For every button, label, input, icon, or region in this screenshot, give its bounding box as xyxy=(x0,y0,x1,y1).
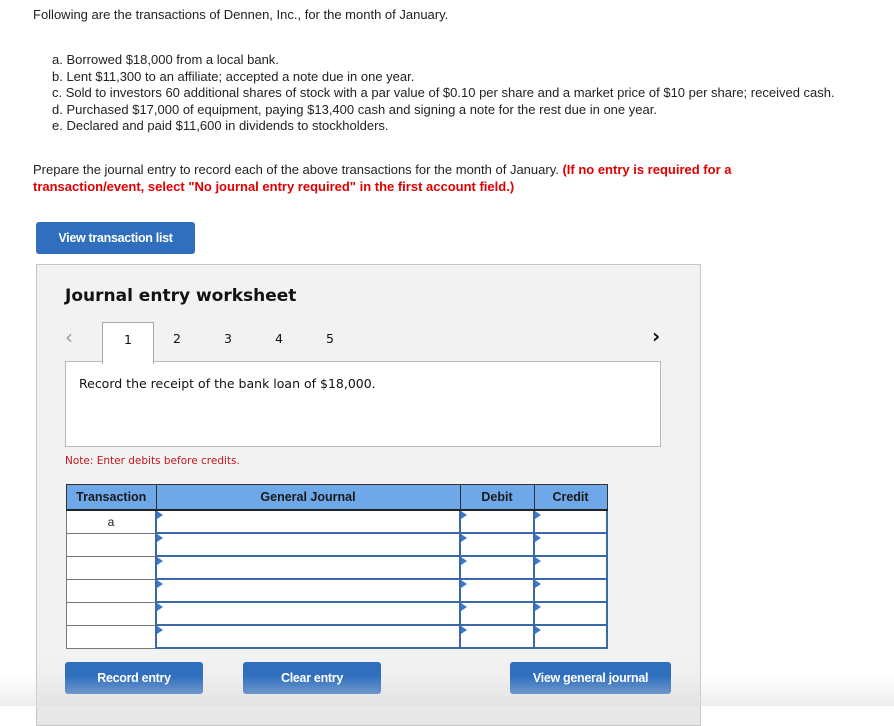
journal-table: Transaction General Journal Debit Credit… xyxy=(66,484,608,649)
entry-description: Record the receipt of the bank loan of $… xyxy=(79,376,376,391)
debit-input[interactable] xyxy=(459,532,535,557)
transaction-cell: a xyxy=(66,509,157,534)
clear-entry-button[interactable]: Clear entry xyxy=(243,662,381,694)
table-row xyxy=(66,624,608,649)
credit-input[interactable] xyxy=(533,509,608,534)
transaction-item-d: d. Purchased $17,000 of equipment, payin… xyxy=(52,101,657,117)
header-general-journal: General Journal xyxy=(155,484,461,511)
table-row xyxy=(66,555,608,580)
table-row: a xyxy=(66,509,608,534)
table-row xyxy=(66,578,608,603)
credit-input[interactable] xyxy=(533,555,608,580)
account-input[interactable] xyxy=(155,532,461,557)
instructions: Prepare the journal entry to record each… xyxy=(33,162,833,195)
account-input[interactable] xyxy=(155,601,461,626)
debit-input[interactable] xyxy=(459,578,535,603)
account-input[interactable] xyxy=(155,509,461,534)
transaction-list: a. Borrowed $18,000 from a local bank. b… xyxy=(52,52,835,135)
debit-input[interactable] xyxy=(459,601,535,626)
debit-input[interactable] xyxy=(459,509,535,534)
tab-2[interactable]: 2 xyxy=(152,322,202,362)
chevron-left-icon[interactable]: ‹ xyxy=(65,325,73,349)
table-row xyxy=(66,532,608,557)
header-debit: Debit xyxy=(459,484,535,511)
credit-input[interactable] xyxy=(533,624,608,649)
tab-1[interactable]: 1 xyxy=(102,322,154,364)
account-input[interactable] xyxy=(155,578,461,603)
account-input[interactable] xyxy=(155,624,461,649)
debit-input[interactable] xyxy=(459,555,535,580)
transaction-cell xyxy=(66,555,157,580)
record-entry-button[interactable]: Record entry xyxy=(65,662,203,694)
debit-input[interactable] xyxy=(459,624,535,649)
tab-4[interactable]: 4 xyxy=(254,322,304,362)
view-general-journal-button[interactable]: View general journal xyxy=(510,662,671,694)
debits-note: Note: Enter debits before credits. xyxy=(65,455,240,467)
journal-entry-worksheet: Journal entry worksheet ‹ 1 2 3 4 5 › Re… xyxy=(36,264,701,726)
transaction-cell xyxy=(66,624,157,649)
transaction-item-c: c. Sold to investors 60 additional share… xyxy=(52,85,835,100)
credit-input[interactable] xyxy=(533,601,608,626)
account-input[interactable] xyxy=(155,555,461,580)
credit-input[interactable] xyxy=(533,578,608,603)
transaction-cell xyxy=(66,601,157,626)
view-transaction-list-button[interactable]: View transaction list xyxy=(36,222,195,254)
worksheet-title: Journal entry worksheet xyxy=(65,286,297,306)
transaction-cell xyxy=(66,532,157,557)
table-row xyxy=(66,601,608,626)
transaction-item-a: a. Borrowed $18,000 from a local bank. xyxy=(52,52,279,67)
entry-description-box: Record the receipt of the bank loan of $… xyxy=(65,361,661,447)
tab-3[interactable]: 3 xyxy=(203,322,253,362)
header-credit: Credit xyxy=(533,484,608,511)
credit-input[interactable] xyxy=(533,532,608,557)
header-transaction: Transaction xyxy=(66,484,157,511)
tab-5[interactable]: 5 xyxy=(305,322,355,362)
chevron-right-icon[interactable]: › xyxy=(652,324,660,348)
transaction-item-e: e. Declared and paid $11,600 in dividend… xyxy=(52,118,389,133)
transaction-cell xyxy=(66,578,157,603)
instructions-text: Prepare the journal entry to record each… xyxy=(33,162,563,177)
intro-text: Following are the transactions of Dennen… xyxy=(33,7,449,22)
transaction-item-b: b. Lent $11,300 to an affiliate; accepte… xyxy=(52,68,415,84)
